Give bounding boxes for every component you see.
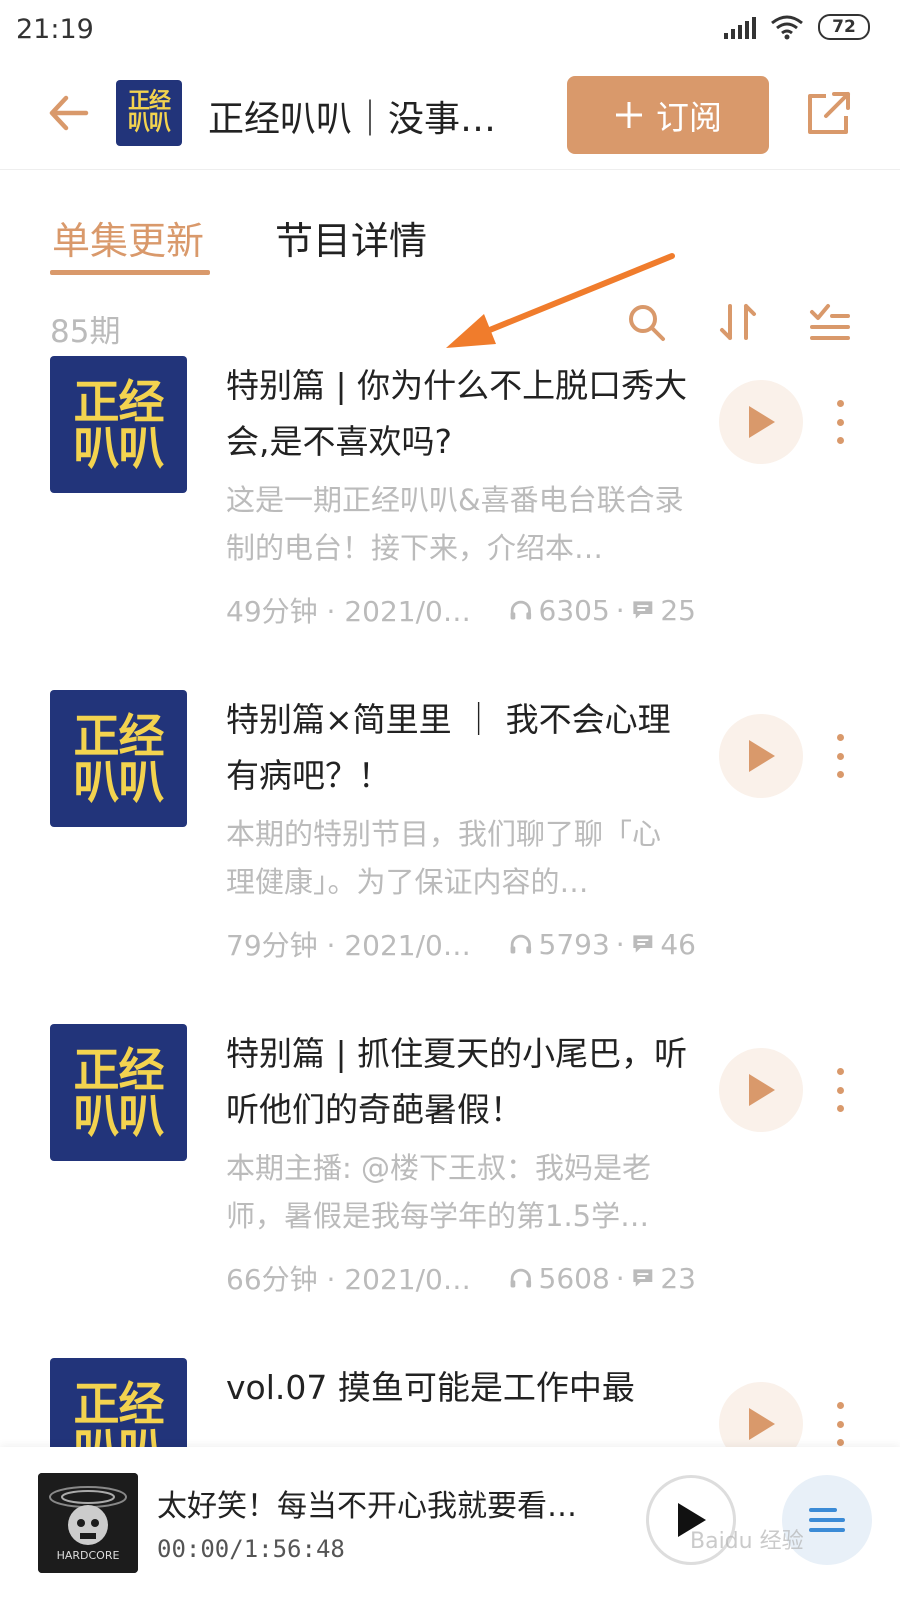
meta-separator: · — [615, 593, 625, 627]
more-options-icon[interactable] — [830, 400, 850, 444]
annotation-arrow — [446, 253, 675, 348]
page-title: 正经叭叭｜没事… — [208, 99, 497, 140]
episode-title[interactable]: vol.07 摸鱼可能是工作中最 — [226, 1360, 696, 1416]
subscribe-label: 订阅 — [656, 98, 722, 137]
episode-title[interactable]: 特别篇×简里里 ｜ 我不会心理有病吧？！ — [226, 692, 696, 804]
headphones-icon — [510, 600, 531, 620]
cover-text-top: 正经 — [73, 1376, 165, 1431]
episode-meta: 79分钟 · 2021/0… 5793 · 46 — [226, 924, 696, 964]
meta-separator: · — [615, 1261, 625, 1295]
episode-item[interactable]: 正经 叭叭 特别篇 | 你为什么不上脱口秀大会,是不喜欢吗? 这是一期正经叭叭&… — [0, 356, 900, 686]
episode-item[interactable]: 正经 叭叭 特别篇×简里里 ｜ 我不会心理有病吧？！ 本期的特别节目，我们聊了聊… — [0, 690, 900, 1020]
more-options-icon[interactable] — [830, 734, 850, 778]
play-button[interactable] — [719, 1382, 803, 1447]
more-options-icon[interactable] — [830, 1402, 850, 1446]
player-title[interactable]: 太好笑！每当不开心我就要看… — [157, 1481, 607, 1525]
episode-plays: 6305 — [538, 593, 610, 627]
episode-comments: 46 — [660, 927, 696, 961]
play-button[interactable] — [719, 714, 803, 798]
episode-cover: 正经 叭叭 — [50, 1024, 187, 1161]
cover-text-top: 正经 — [73, 708, 165, 763]
episode-title[interactable]: 特别篇 | 你为什么不上脱口秀大会,是不喜欢吗? — [226, 358, 696, 470]
episode-duration-date: 66分钟 · 2021/0… — [226, 1263, 471, 1296]
signal-icon — [724, 15, 756, 39]
comment-icon — [633, 935, 652, 953]
cover-text-bottom: 叭叭 — [73, 1088, 165, 1143]
app-header: 正经 叭叭 正经叭叭｜没事… 订阅 — [0, 62, 900, 170]
episode-item[interactable]: 正经 叭叭 vol.07 摸鱼可能是工作中最 — [0, 1358, 900, 1447]
batch-select-icon[interactable] — [808, 300, 852, 344]
headphones-icon — [510, 934, 531, 954]
play-icon — [749, 1074, 775, 1106]
comment-icon — [633, 601, 652, 619]
mini-player[interactable]: HARDCORE 太好笑！每当不开心我就要看… 00:00/1:56:48 Ba… — [0, 1447, 900, 1600]
headphones-icon — [510, 1268, 531, 1288]
episode-description: 本期的特别节目，我们聊了聊「心理健康」。为了保证内容的… — [226, 817, 662, 899]
logo-text-bottom: 叭叭 — [127, 111, 171, 136]
status-icons: 72 — [724, 14, 870, 40]
episode-duration-date: 49分钟 · 2021/0… — [226, 595, 471, 628]
cover-text-bottom: 叭叭 — [73, 420, 165, 475]
episode-plays: 5608 — [538, 1261, 610, 1295]
tab-details[interactable]: 节目详情 — [275, 210, 427, 265]
player-time: 00:00/1:56:48 — [157, 1535, 345, 1563]
podcast-logo[interactable]: 正经 叭叭 — [116, 80, 182, 146]
episode-cover: 正经 叭叭 — [50, 356, 187, 493]
episode-cover: 正经 叭叭 — [50, 1358, 187, 1447]
episode-meta: 49分钟 · 2021/0… 6305 · 25 — [226, 590, 696, 630]
play-icon — [749, 1408, 775, 1440]
episode-meta: 66分钟 · 2021/0… 5608 · 23 — [226, 1258, 696, 1298]
episode-plays: 5793 — [538, 927, 610, 961]
playlist-icon — [809, 1508, 845, 1532]
play-icon — [749, 406, 775, 438]
back-arrow-icon[interactable] — [44, 88, 94, 138]
episode-item[interactable]: 正经 叭叭 特别篇 | 抓住夏天的小尾巴，听听他们的奇葩暑假！ 本期主播: @楼… — [0, 1024, 900, 1354]
logo-text-top: 正经 — [127, 89, 171, 114]
watermark: Baidu 经验 — [690, 1529, 804, 1554]
episode-title[interactable]: 特别篇 | 抓住夏天的小尾巴，听听他们的奇葩暑假！ — [226, 1026, 696, 1138]
comment-icon — [633, 1269, 652, 1287]
episode-count: 85期 — [50, 314, 121, 350]
status-time: 21:19 — [16, 14, 94, 45]
share-icon[interactable] — [804, 88, 854, 138]
plus-icon — [616, 102, 642, 128]
player-cover-art: HARDCORE — [38, 1473, 138, 1573]
more-options-icon[interactable] — [830, 1068, 850, 1112]
player-cover-text: HARDCORE — [57, 1549, 120, 1562]
play-icon — [749, 740, 775, 772]
cover-text-bottom: 叭叭 — [73, 754, 165, 809]
play-button[interactable] — [719, 380, 803, 464]
tab-episodes[interactable]: 单集更新 — [52, 210, 204, 265]
wifi-icon — [771, 15, 803, 40]
subscribe-button[interactable]: 订阅 — [567, 76, 769, 154]
episode-description: 这是一期正经叭叭&喜番电台联合录制的电台！接下来，介绍本… — [226, 483, 684, 565]
episode-comments: 25 — [660, 593, 696, 627]
tab-active-indicator — [50, 270, 210, 275]
sort-icon[interactable] — [716, 300, 760, 344]
episode-comments: 23 — [660, 1261, 696, 1295]
player-cover[interactable]: HARDCORE — [38, 1473, 138, 1573]
cover-text-bottom: 叭叭 — [74, 1427, 165, 1448]
cover-text-top: 正经 — [73, 1042, 165, 1097]
cover-text-top: 正经 — [73, 374, 165, 429]
episode-duration-date: 79分钟 · 2021/0… — [226, 929, 471, 962]
battery-indicator: 72 — [818, 14, 870, 40]
episode-cover: 正经 叭叭 — [50, 690, 187, 827]
play-button[interactable] — [719, 1048, 803, 1132]
status-bar: 21:19 72 — [0, 0, 900, 62]
meta-separator: · — [615, 927, 625, 961]
episode-description: 本期主播: @楼下王叔：我妈是老师，暑假是我每学年的第1.5学… — [226, 1151, 651, 1233]
